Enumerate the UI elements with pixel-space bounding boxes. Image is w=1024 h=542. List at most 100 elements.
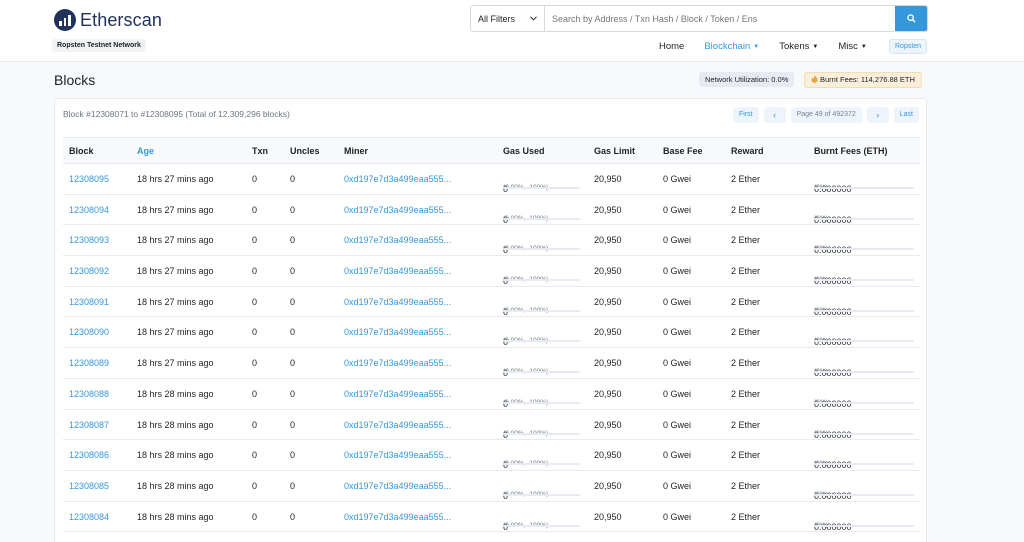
base-fee-value: 0 Gwei bbox=[663, 511, 692, 522]
chevron-down-icon bbox=[530, 16, 537, 21]
miner-link[interactable]: 0xd197e7d3a499eaa555... bbox=[344, 266, 451, 276]
pagination-last-button[interactable]: Last bbox=[893, 107, 919, 123]
block-age: 18 hrs 28 mins ago bbox=[137, 480, 214, 491]
block-age: 18 hrs 28 mins ago bbox=[137, 450, 214, 461]
base-fee-value: 0 Gwei bbox=[663, 174, 692, 184]
uncles-count: 0 bbox=[290, 266, 296, 277]
table-row: 12308093 18 hrs 27 mins ago 0 0 0xd197e7d3a4… bbox=[63, 225, 920, 257]
block-number-link[interactable]: 12308084 bbox=[69, 512, 109, 522]
nav-blockchain[interactable]: Blockchain ▼ bbox=[704, 41, 759, 52]
pagination-prev-button[interactable]: ‹ bbox=[763, 107, 786, 123]
miner-link[interactable]: 0xd197e7d3a499eaa555... bbox=[344, 174, 451, 184]
block-number-link[interactable]: 12308091 bbox=[69, 297, 109, 307]
block-age: 18 hrs 27 mins ago bbox=[137, 296, 214, 307]
reward-value: 2 Ether bbox=[731, 296, 761, 307]
txn-count[interactable]: 0 bbox=[252, 174, 257, 184]
burnt-fees-bar bbox=[814, 371, 914, 374]
gas-used-bar bbox=[503, 463, 580, 466]
gas-used-bar bbox=[503, 187, 580, 189]
txn-count[interactable]: 0 bbox=[252, 450, 257, 460]
pagination: First ‹ Page 49 of 492372 › Last bbox=[728, 107, 919, 123]
base-fee-value: 0 Gwei bbox=[663, 480, 692, 491]
reward-value: 2 Ether bbox=[731, 388, 761, 399]
search-button[interactable] bbox=[895, 6, 927, 31]
miner-link[interactable]: 0xd197e7d3a499eaa555... bbox=[344, 358, 451, 368]
flame-icon bbox=[811, 75, 818, 83]
gas-limit-value: 20,950 bbox=[594, 174, 622, 184]
block-number-link[interactable]: 12308095 bbox=[69, 174, 109, 184]
txn-count[interactable]: 0 bbox=[252, 358, 257, 368]
burnt-fees-bar bbox=[814, 463, 914, 466]
col-block: Block bbox=[69, 146, 94, 156]
block-age: 18 hrs 27 mins ago bbox=[137, 204, 214, 215]
block-number-link[interactable]: 12308090 bbox=[69, 327, 109, 337]
col-age[interactable]: Age bbox=[137, 146, 154, 156]
block-number-link[interactable]: 12308093 bbox=[69, 235, 109, 245]
block-number-link[interactable]: 12308086 bbox=[69, 450, 109, 460]
miner-link[interactable]: 0xd197e7d3a499eaa555... bbox=[344, 389, 451, 399]
pagination-page-info: Page 49 of 492372 bbox=[790, 107, 862, 123]
table-row: 12308085 18 hrs 28 mins ago 0 0 0xd197e7d3a4… bbox=[63, 471, 920, 502]
reward-value: 2 Ether bbox=[731, 327, 761, 338]
block-number-link[interactable]: 12308087 bbox=[69, 420, 109, 430]
txn-count[interactable]: 0 bbox=[252, 297, 257, 307]
reward-value: 2 Ether bbox=[731, 450, 761, 461]
txn-count[interactable]: 0 bbox=[252, 512, 257, 522]
miner-link[interactable]: 0xd197e7d3a499eaa555... bbox=[344, 235, 451, 245]
nav-home-label: Home bbox=[659, 41, 685, 52]
miner-link[interactable]: 0xd197e7d3a499eaa555... bbox=[344, 420, 451, 430]
block-number-link[interactable]: 12308092 bbox=[69, 266, 109, 276]
table-row: 12308091 18 hrs 27 mins ago 0 0 0xd197e7d3a4… bbox=[63, 287, 920, 318]
base-fee-value: 0 Gwei bbox=[663, 235, 692, 246]
block-age: 18 hrs 27 mins ago bbox=[137, 358, 214, 369]
network-switch-button[interactable]: Ropsten bbox=[889, 39, 928, 54]
search-input[interactable] bbox=[545, 6, 895, 31]
burnt-fees-bar bbox=[814, 401, 914, 404]
txn-count[interactable]: 0 bbox=[252, 235, 257, 245]
burnt-fees-bar bbox=[814, 309, 914, 312]
reward-value: 2 Ether bbox=[731, 204, 761, 215]
gas-used-bar bbox=[503, 432, 580, 435]
gas-limit-value: 20,950 bbox=[594, 358, 622, 369]
burnt-fees-bar bbox=[814, 217, 914, 220]
miner-link[interactable]: 0xd197e7d3a499eaa555... bbox=[344, 481, 451, 491]
logo-text: Etherscan bbox=[80, 9, 162, 30]
txn-count[interactable]: 0 bbox=[252, 266, 257, 276]
burnt-fees-bar bbox=[814, 279, 914, 282]
gas-used-bar bbox=[503, 401, 580, 404]
nav-home[interactable]: Home bbox=[659, 41, 684, 52]
txn-count[interactable]: 0 bbox=[252, 205, 257, 215]
search-bar: All Filters bbox=[470, 5, 928, 32]
col-reward: Reward bbox=[731, 146, 764, 156]
gas-limit-value: 20,950 bbox=[594, 235, 622, 246]
search-filter-select[interactable]: All Filters bbox=[471, 6, 545, 31]
miner-link[interactable]: 0xd197e7d3a499eaa555... bbox=[344, 450, 451, 460]
pagination-first-button[interactable]: First bbox=[732, 107, 759, 123]
nav-tokens[interactable]: Tokens ▼ bbox=[779, 41, 818, 52]
miner-link[interactable]: 0xd197e7d3a499eaa555... bbox=[344, 297, 451, 307]
base-fee-value: 0 Gwei bbox=[663, 266, 692, 277]
col-gas-limit: Gas Limit bbox=[594, 146, 636, 156]
uncles-count: 0 bbox=[290, 358, 296, 369]
block-number-link[interactable]: 12308089 bbox=[69, 358, 109, 368]
table-row: 12308088 18 hrs 28 mins ago 0 0 0xd197e7d3a4… bbox=[63, 379, 920, 410]
block-age: 18 hrs 28 mins ago bbox=[137, 419, 214, 430]
block-number-link[interactable]: 12308094 bbox=[69, 205, 109, 215]
col-txn: Txn bbox=[252, 146, 269, 156]
block-number-link[interactable]: 12308088 bbox=[69, 389, 109, 399]
burnt-fees-badge[interactable]: Burnt Fees: 114,276.88 ETH bbox=[804, 72, 922, 88]
site-logo[interactable]: Etherscan bbox=[54, 9, 162, 31]
txn-count[interactable]: 0 bbox=[252, 389, 257, 399]
uncles-count: 0 bbox=[290, 296, 296, 307]
miner-link[interactable]: 0xd197e7d3a499eaa555... bbox=[344, 512, 451, 522]
txn-count[interactable]: 0 bbox=[252, 327, 257, 337]
block-number-link[interactable]: 12308085 bbox=[69, 481, 109, 491]
nav-misc[interactable]: Misc ▼ bbox=[838, 41, 866, 52]
pagination-next-button[interactable]: › bbox=[866, 107, 889, 123]
txn-count[interactable]: 0 bbox=[252, 481, 257, 491]
txn-count[interactable]: 0 bbox=[252, 420, 257, 430]
gas-limit-value: 20,950 bbox=[594, 327, 622, 338]
gas-used-bar bbox=[503, 309, 580, 312]
miner-link[interactable]: 0xd197e7d3a499eaa555... bbox=[344, 327, 451, 337]
miner-link[interactable]: 0xd197e7d3a499eaa555... bbox=[344, 205, 451, 215]
